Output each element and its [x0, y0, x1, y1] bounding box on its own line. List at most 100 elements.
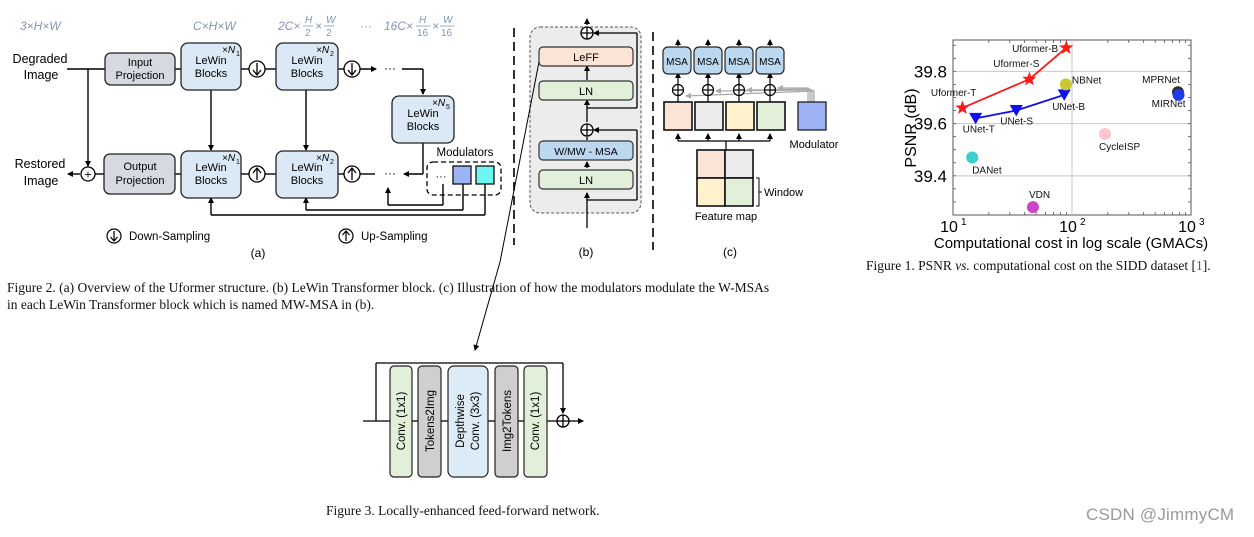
data-label-vdn: VDN: [1029, 190, 1050, 201]
restored-image-label: Restored: [15, 157, 66, 171]
modulator-label: Modulator: [790, 139, 839, 151]
leff-depthwise-conv: Depthwise Conv. (3x3): [447, 365, 489, 478]
up-sampling-icon: [343, 165, 361, 183]
dim-label-input: 3×H×W: [20, 19, 62, 33]
legend-down-sampling: Down-Sampling: [106, 228, 210, 244]
add-node: [580, 123, 594, 137]
add-node: +: [80, 166, 96, 182]
ellipsis-top: ···: [384, 61, 396, 75]
window-token-yellow: [725, 101, 755, 131]
svg-text:Blocks: Blocks: [291, 68, 324, 80]
lewin-block-decoder-2: LeWin Blocks ×N 2: [275, 150, 339, 199]
svg-text:2C×: 2C×: [277, 19, 300, 33]
svg-text:MSA: MSA: [728, 57, 750, 68]
svg-text:2: 2: [330, 159, 334, 166]
watermark: CSDN @JimmyCM: [1086, 505, 1235, 524]
y-tick-label: 39.8: [914, 62, 947, 81]
add-node: [732, 83, 746, 97]
x-tick-label: 10: [1178, 219, 1196, 236]
figure-1-caption-mid: computational cost on the SIDD dataset [: [969, 258, 1196, 273]
legend-up-sampling: Up-Sampling: [338, 228, 427, 244]
down-sampling-icon: [343, 60, 361, 78]
svg-text:Tokens2Img: Tokens2Img: [425, 390, 437, 452]
window-token-gray: [694, 101, 724, 131]
figure-3-caption: Figure 3. Locally-enhanced feed-forward …: [326, 503, 600, 518]
svg-text:LN: LN: [579, 86, 593, 98]
figure-1-caption-prefix: Figure 1. PSNR: [866, 258, 956, 273]
svg-text:Projection: Projection: [116, 175, 165, 187]
svg-text:2: 2: [330, 51, 334, 58]
data-label-uformer-b: Uformer-B: [1012, 44, 1058, 55]
data-point-nbnet: [1059, 78, 1072, 91]
svg-text:×N: ×N: [316, 153, 330, 164]
dim-label-level2: 2C× H 2 × W 2: [277, 15, 337, 39]
svg-text:×N: ×N: [222, 153, 236, 164]
window-token-green: [756, 101, 786, 131]
layer-norm-block-bottom: LN: [538, 169, 634, 190]
lewin-block-decoder-1: LeWin Blocks ×N 1: [180, 150, 242, 199]
leff-conv1x1-first: Conv. (1x1): [389, 365, 413, 478]
svg-text:H: H: [305, 15, 313, 26]
msa-block: MSA: [724, 46, 754, 75]
svg-text:LeWin: LeWin: [291, 55, 322, 67]
lewin-block-bottleneck: LeWin Blocks ×N 5: [391, 95, 455, 144]
input-projection-block: Input Projection: [104, 52, 176, 86]
svg-text:Down-Sampling: Down-Sampling: [129, 231, 210, 243]
svg-text:Depthwise: Depthwise: [455, 394, 467, 448]
add-node: [556, 414, 570, 428]
svg-text:Input: Input: [128, 57, 152, 69]
svg-text:Blocks: Blocks: [291, 175, 324, 187]
svg-text:1: 1: [236, 51, 240, 58]
x-tick-exponent: 3: [1199, 217, 1205, 228]
svg-text:H: H: [419, 15, 427, 26]
svg-text:LeFF: LeFF: [573, 52, 599, 64]
citation-link[interactable]: 1: [1196, 258, 1203, 273]
svg-text:LN: LN: [579, 175, 593, 187]
svg-text:Projection: Projection: [116, 70, 165, 82]
svg-text:Conv. (1x1): Conv. (1x1): [396, 392, 408, 451]
feature-map: [696, 149, 754, 207]
leff-pointer-line-lower: [473, 262, 501, 351]
svg-text:×N: ×N: [316, 45, 330, 56]
svg-text:MSA: MSA: [759, 57, 781, 68]
data-label-danet: DANet: [972, 166, 1002, 177]
svg-text:1: 1: [236, 159, 240, 166]
svg-text:16C×: 16C×: [384, 19, 413, 33]
sub-label-a: (a): [251, 246, 266, 260]
svg-text:Conv. (3x3): Conv. (3x3): [470, 392, 482, 451]
add-node: [580, 26, 594, 40]
msa-block: MSA: [662, 46, 692, 75]
svg-text:LeWin: LeWin: [195, 55, 226, 67]
sub-label-b: (b): [579, 245, 594, 259]
leff-block: LeFF: [538, 46, 634, 67]
figure-1-caption-suffix: ].: [1202, 258, 1211, 273]
y-tick-label: 39.4: [914, 167, 947, 186]
lewin-transformer-block: LeFF LN W/MW - MSA LN: [529, 18, 642, 228]
x-tick-label: 10: [940, 219, 958, 236]
add-node: [701, 83, 715, 97]
modulator-block: [797, 101, 827, 131]
sub-label-c: (c): [723, 245, 737, 259]
svg-text:Conv. (1x1): Conv. (1x1): [530, 392, 542, 451]
svg-text:5: 5: [446, 104, 450, 111]
x-tick-exponent: 1: [961, 217, 967, 228]
down-sampling-icon: [248, 60, 266, 78]
svg-text:+: +: [84, 168, 91, 182]
svg-text:MSA: MSA: [697, 57, 719, 68]
modulator-blue: [452, 165, 472, 185]
data-point-cycleisp: [1099, 128, 1112, 141]
svg-text:LeWin: LeWin: [407, 108, 438, 120]
svg-text:×: ×: [432, 19, 439, 33]
dim-label-level1: C×H×W: [193, 19, 237, 33]
data-label-mprnet: MPRNet: [1142, 75, 1180, 86]
modulators-label: Modulators: [437, 147, 494, 159]
svg-text:Up-Sampling: Up-Sampling: [361, 231, 427, 243]
data-label-uformer-t: Uformer-T: [931, 88, 977, 99]
svg-text:×N: ×N: [222, 45, 236, 56]
data-point-vdn: [1026, 201, 1039, 214]
lewin-block-encoder-2: LeWin Blocks ×N 2: [275, 42, 339, 91]
modulator-cyan: [475, 165, 495, 185]
svg-text:×N: ×N: [432, 98, 446, 109]
figure-1-caption: Figure 1. PSNR vs. computational cost on…: [866, 257, 1211, 274]
svg-text:Img2Tokens: Img2Tokens: [502, 390, 514, 452]
